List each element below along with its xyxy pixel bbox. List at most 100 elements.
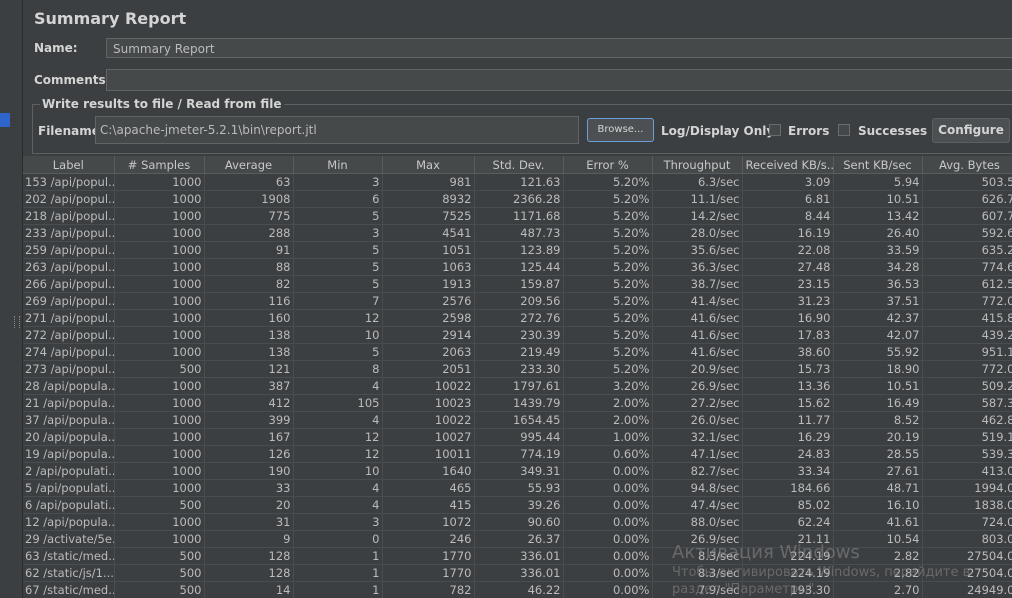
comments-field[interactable] — [106, 69, 1012, 91]
table-row[interactable]: 62 /static/js/1... 500 128 1 1770 336.01 0.00%… — [23, 564, 1012, 582]
table-cell: 33 — [204, 479, 294, 497]
tree-selection-marker — [0, 113, 10, 127]
table-cell: 5 — [293, 241, 383, 259]
table-cell: 1000 — [114, 445, 205, 463]
column-header-throughput[interactable]: Throughput — [652, 156, 743, 174]
table-cell: 5.20% — [563, 241, 653, 259]
table-cell: 26.40 — [833, 224, 923, 242]
table-cell: 10027 — [382, 428, 475, 446]
table-cell: 67 /static/med... — [23, 581, 115, 598]
successes-checkbox[interactable] — [838, 124, 850, 136]
table-row[interactable]: 28 /api/popula... 1000 387 4 10022 1797.61 3.2… — [23, 377, 1012, 395]
table-row[interactable]: 274 /api/popul... 1000 138 5 2063 219.49 5.20%… — [23, 343, 1012, 361]
table-cell: 28.0/sec — [652, 224, 743, 242]
table-cell: 1439.79 — [474, 394, 564, 412]
table-cell: 8.3/sec — [652, 547, 743, 565]
table-cell: 8 — [293, 360, 383, 378]
table-cell: 63 — [204, 173, 294, 191]
table-cell: 55.93 — [474, 479, 564, 497]
table-cell: 20.9/sec — [652, 360, 743, 378]
column-header-min[interactable]: Min — [293, 156, 383, 174]
table-cell: 3 — [293, 173, 383, 191]
table-row[interactable]: 153 /api/popul... 1000 63 3 981 121.63 5.20% 6.… — [23, 173, 1012, 191]
column-header-average[interactable]: Average — [204, 156, 294, 174]
table-row[interactable]: 259 /api/popul... 1000 91 5 1051 123.89 5.20% 3… — [23, 241, 1012, 259]
table-cell: 1000 — [114, 292, 205, 310]
results-table-container[interactable]: Label # Samples Average Min Max Std. Dev… — [23, 156, 1012, 598]
table-cell: 41.6/sec — [652, 309, 743, 327]
table-cell: 12 — [293, 428, 383, 446]
column-header-max[interactable]: Max — [382, 156, 475, 174]
table-row[interactable]: 272 /api/popul... 1000 138 10 2914 230.39 5.20… — [23, 326, 1012, 344]
errors-label: Errors — [788, 124, 830, 138]
column-header-error-percent[interactable]: Error % — [563, 156, 653, 174]
table-cell: 803.0 — [922, 530, 1012, 548]
table-cell: 246 — [382, 530, 475, 548]
table-cell: 1797.61 — [474, 377, 564, 395]
column-header-sent-kb[interactable]: Sent KB/sec — [833, 156, 923, 174]
table-cell: 1072 — [382, 513, 475, 531]
table-row[interactable]: 273 /api/popul... 500 121 8 2051 233.30 5.20% 2… — [23, 360, 1012, 378]
table-cell: 31 — [204, 513, 294, 531]
table-cell: 12 /api/popula... — [23, 513, 115, 531]
table-row[interactable]: 20 /api/popula... 1000 167 12 10027 995.44 1.0… — [23, 428, 1012, 446]
table-row[interactable]: 29 /activate/5e... 1000 9 0 246 26.37 0.00% 26.… — [23, 530, 1012, 548]
column-header-avg-bytes[interactable]: Avg. Bytes — [922, 156, 1012, 174]
table-row[interactable]: 6 /api/populati... 500 20 4 415 39.26 0.00% 47.… — [23, 496, 1012, 514]
table-cell: 1000 — [114, 513, 205, 531]
browse-button[interactable]: Browse... — [587, 118, 654, 142]
table-row[interactable]: 19 /api/popula... 1000 126 12 10011 774.19 0.6… — [23, 445, 1012, 463]
table-row[interactable]: 67 /static/med... 500 14 1 782 46.22 0.00% 7.9/… — [23, 581, 1012, 598]
column-header-samples[interactable]: # Samples — [114, 156, 205, 174]
table-cell: 3.20% — [563, 377, 653, 395]
table-row[interactable]: 5 /api/populati... 1000 33 4 465 55.93 0.00% 94… — [23, 479, 1012, 497]
table-cell: 1000 — [114, 530, 205, 548]
table-cell: 0.00% — [563, 462, 653, 480]
table-cell: 439.2 — [922, 326, 1012, 344]
table-cell: 269 /api/popul... — [23, 292, 115, 310]
table-cell: 42.07 — [833, 326, 923, 344]
name-field[interactable]: Summary Report — [106, 38, 1012, 58]
table-row[interactable]: 266 /api/popul... 1000 82 5 1913 159.87 5.20% 3… — [23, 275, 1012, 293]
table-row[interactable]: 21 /api/popula... 1000 412 105 10023 1439.79 2… — [23, 394, 1012, 412]
table-row[interactable]: 2 /api/populati... 1000 190 10 1640 349.31 0.0… — [23, 462, 1012, 480]
table-cell: 160 — [204, 309, 294, 327]
table-row[interactable]: 37 /api/popula... 1000 399 4 10022 1654.45 2.0… — [23, 411, 1012, 429]
table-cell: 0.00% — [563, 581, 653, 598]
configure-button[interactable]: Configure — [932, 118, 1010, 143]
table-row[interactable]: 271 /api/popul... 1000 160 12 2598 272.76 5.20… — [23, 309, 1012, 327]
table-row[interactable]: 269 /api/popul... 1000 116 7 2576 209.56 5.20%… — [23, 292, 1012, 310]
table-cell: 138 — [204, 326, 294, 344]
table-row[interactable]: 263 /api/popul... 1000 88 5 1063 125.44 5.20% 3… — [23, 258, 1012, 276]
column-header-std-dev[interactable]: Std. Dev. — [474, 156, 564, 174]
table-cell: 0.00% — [563, 547, 653, 565]
table-cell: 62 /static/js/1... — [23, 564, 115, 582]
table-cell: 1770 — [382, 564, 475, 582]
write-results-title: Write results to file / Read from file — [40, 97, 284, 111]
table-cell: 10.54 — [833, 530, 923, 548]
table-cell: 272 /api/popul... — [23, 326, 115, 344]
table-row[interactable]: 233 /api/popul... 1000 288 3 4541 487.73 5.20%… — [23, 224, 1012, 242]
table-cell: 2366.28 — [474, 190, 564, 208]
table-cell: 48.71 — [833, 479, 923, 497]
errors-checkbox[interactable] — [769, 124, 781, 136]
table-cell: 62.24 — [742, 513, 834, 531]
filename-input[interactable]: C:\apache-jmeter-5.2.1\bin\report.jtl — [95, 116, 579, 144]
table-cell: 5.20% — [563, 360, 653, 378]
column-header-label[interactable]: Label — [23, 156, 115, 174]
table-cell: 6.3/sec — [652, 173, 743, 191]
table-cell: 1640 — [382, 462, 475, 480]
splitter-grip[interactable] — [14, 316, 20, 328]
table-row[interactable]: 218 /api/popul... 1000 775 5 7525 1171.68 5.20… — [23, 207, 1012, 225]
table-cell: 774.19 — [474, 445, 564, 463]
column-header-received-kb[interactable]: Received KB/s... — [742, 156, 834, 174]
table-row[interactable]: 202 /api/popul... 1000 1908 6 8932 2366.28 5.2… — [23, 190, 1012, 208]
table-cell: 5.20% — [563, 258, 653, 276]
table-cell: 16.10 — [833, 496, 923, 514]
table-row[interactable]: 12 /api/popula... 1000 31 3 1072 90.60 0.00% 88… — [23, 513, 1012, 531]
table-row[interactable]: 63 /static/med... 500 128 1 1770 336.01 0.00% 8… — [23, 547, 1012, 565]
table-cell: 121.63 — [474, 173, 564, 191]
table-cell: 1000 — [114, 377, 205, 395]
table-cell: 635.2 — [922, 241, 1012, 259]
table-cell: 23.15 — [742, 275, 834, 293]
